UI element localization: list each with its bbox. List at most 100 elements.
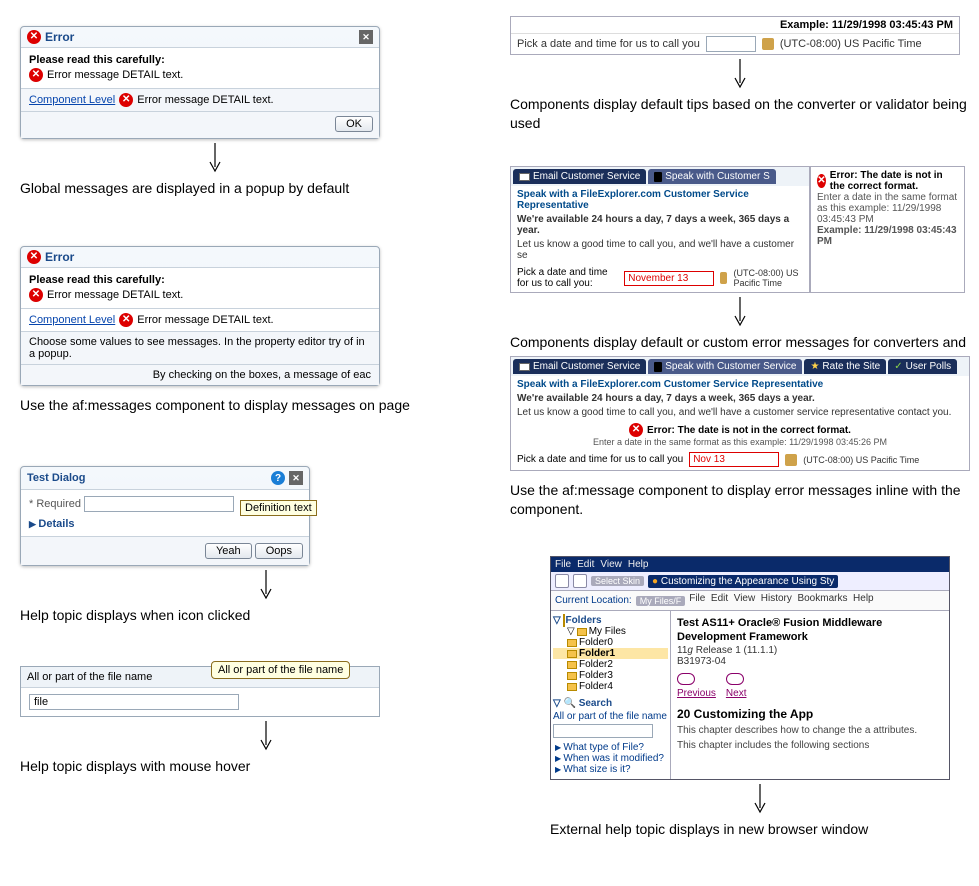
submenu-file[interactable]: File <box>689 593 705 604</box>
banner: Speak with a FileExplorer.com Customer S… <box>511 186 809 214</box>
caption: Components display default tips based on… <box>510 95 970 133</box>
error-icon: ✕ <box>119 93 133 107</box>
search-input[interactable] <box>553 724 653 738</box>
error-detail: Error message DETAIL text. <box>47 69 183 81</box>
submenu-edit[interactable]: Edit <box>711 593 728 604</box>
error-icon: ✕ <box>27 250 41 264</box>
toolbar-button[interactable] <box>573 574 587 588</box>
menu-edit[interactable]: Edit <box>577 559 594 570</box>
window-title: Error <box>45 30 74 44</box>
file-name-input[interactable] <box>29 694 239 710</box>
submenu-view[interactable]: View <box>734 593 756 604</box>
facet-type[interactable]: What type of File? <box>553 742 668 753</box>
component-level-link[interactable]: Component Level <box>29 314 115 326</box>
arrow-down-icon <box>734 59 746 89</box>
date-field-label: Pick a date and time for us to call you <box>517 38 700 50</box>
tree-item[interactable]: Folder2 <box>553 659 668 670</box>
arrow-down-icon <box>209 143 221 173</box>
select-skin[interactable]: Select Skin <box>591 576 644 586</box>
search-label: All or part of the file name <box>553 709 668 724</box>
envelope-icon <box>519 173 530 181</box>
tab-polls[interactable]: ✓User Polls <box>888 359 957 374</box>
tree-root[interactable]: ▽ My Files <box>553 626 668 637</box>
availability-text: We're available 24 hours a day, 7 days a… <box>517 393 815 404</box>
folder-icon <box>577 628 587 636</box>
popup-heading: Please read this carefully: <box>29 54 371 66</box>
error-popup-page: ✕ Error Please read this carefully: ✕ Er… <box>20 246 380 386</box>
tree-item[interactable]: Folder4 <box>553 681 668 692</box>
facet-size[interactable]: What size is it? <box>553 764 668 775</box>
submenu-history[interactable]: History <box>761 593 792 604</box>
menu-help[interactable]: Help <box>628 559 649 570</box>
arrow-down-icon <box>734 297 746 327</box>
timezone-text: (UTC-08:00) US Pacific Time <box>780 38 922 50</box>
tab-speak[interactable]: Speak with Customer Service <box>648 359 802 374</box>
tab-email[interactable]: Email Customer Service <box>513 169 646 184</box>
date-picker-icon[interactable] <box>762 38 774 50</box>
date-tip-box: Example: 11/29/1998 03:45:43 PM Pick a d… <box>510 16 960 55</box>
popup-footer: By checking on the boxes, a message of e… <box>21 364 379 385</box>
close-icon[interactable]: ✕ <box>289 471 303 485</box>
toolbar-button[interactable] <box>555 574 569 588</box>
error-icon: ✕ <box>29 288 43 302</box>
tree-item[interactable]: Folder0 <box>553 637 668 648</box>
facet-modified[interactable]: When was it modified? <box>553 753 668 764</box>
folders-heading: Folders <box>565 615 601 626</box>
error-icon: ✕ <box>27 30 41 44</box>
part-number: B31973-04 <box>677 656 917 667</box>
browser-tab[interactable]: ● Customizing the Appearance Using Sty <box>648 575 838 588</box>
yeah-button[interactable]: Yeah <box>205 543 252 559</box>
error-detail: Error message DETAIL text. <box>137 314 273 326</box>
availability-text: We're available 24 hours a day, 7 days a… <box>517 214 789 236</box>
date-input[interactable] <box>706 36 756 52</box>
details-disclosure[interactable]: Details <box>29 518 301 530</box>
inline-error-body: Enter a date in the same format as this … <box>517 437 963 447</box>
required-input[interactable] <box>84 496 234 512</box>
error-detail: Error message DETAIL text. <box>47 289 183 301</box>
tree-item-selected[interactable]: Folder1 <box>553 648 668 659</box>
date-field-label: Pick a date and time for us to call you <box>517 454 683 465</box>
location-tab[interactable]: My Files/F <box>636 596 686 606</box>
ok-button[interactable]: OK <box>335 116 373 132</box>
prev-arrow-icon[interactable] <box>677 673 695 685</box>
submenu-bookmarks[interactable]: Bookmarks <box>797 593 847 604</box>
error-icon: ✕ <box>629 423 643 437</box>
caption: Use the af:messages component to display… <box>20 396 410 415</box>
error-icon: ✕ <box>119 313 133 327</box>
phone-icon <box>654 362 662 372</box>
folder-icon <box>567 661 577 669</box>
next-link[interactable]: Next <box>726 688 747 699</box>
submenu-help[interactable]: Help <box>853 593 874 604</box>
date-input-error[interactable] <box>689 452 779 467</box>
date-input-error[interactable] <box>624 271 714 286</box>
error-note-callout: ✕Error: The date is not in the correct f… <box>810 166 965 293</box>
arrow-down-icon <box>260 721 272 751</box>
menu-view[interactable]: View <box>600 559 622 570</box>
error-hint: Enter a date in the same format as this … <box>817 192 958 225</box>
component-level-link[interactable]: Component Level <box>29 94 115 106</box>
location-label: Current Location: <box>555 595 632 606</box>
date-picker-icon[interactable] <box>785 454 797 466</box>
instruction-text: Let us know a good time to call you, and… <box>511 239 809 264</box>
contact-tabs-panel-inline: Email Customer Service Speak with Custom… <box>510 356 970 471</box>
date-picker-icon[interactable] <box>720 272 727 284</box>
oops-button[interactable]: Oops <box>255 543 303 559</box>
tab-email[interactable]: Email Customer Service <box>513 359 646 374</box>
window-title: Error <box>45 250 74 264</box>
chapter-toc: This chapter includes the following sect… <box>677 740 917 751</box>
example-text: Example: 11/29/1998 03:45:43 PM <box>780 19 953 31</box>
tab-speak[interactable]: Speak with Customer S <box>648 169 776 184</box>
tab-rate[interactable]: ★Rate the Site <box>804 359 886 374</box>
tree-item[interactable]: Folder3 <box>553 670 668 681</box>
next-arrow-icon[interactable] <box>726 673 744 685</box>
chapter-heading: 20 Customizing the App <box>677 707 917 721</box>
popup-note: Choose some values to see messages. In t… <box>21 331 379 364</box>
contact-tabs-panel: Email Customer Service Speak with Custom… <box>510 166 810 293</box>
close-icon[interactable]: ✕ <box>359 30 373 44</box>
prev-link[interactable]: Previous <box>677 688 716 699</box>
help-icon[interactable]: ? <box>271 471 285 485</box>
chapter-intro: This chapter describes how to change the… <box>677 725 917 736</box>
search-heading: Search <box>579 698 612 709</box>
menubar: File Edit View Help <box>551 557 949 572</box>
menu-file[interactable]: File <box>555 559 571 570</box>
